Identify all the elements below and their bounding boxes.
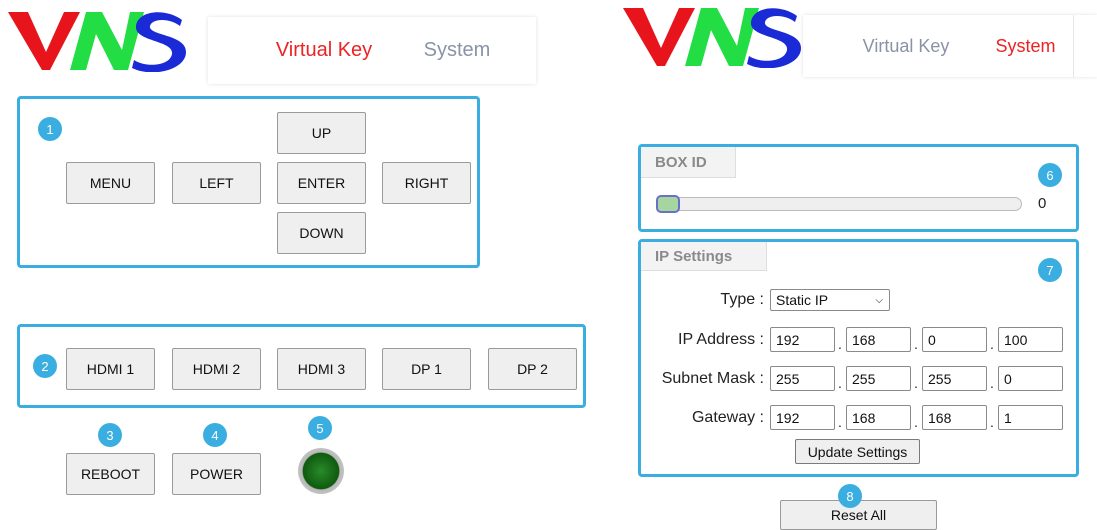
subnet-mask-octet-3[interactable]: 255 bbox=[922, 366, 987, 391]
reset-all-button[interactable]: Reset All bbox=[780, 500, 937, 530]
reboot-button[interactable]: REBOOT bbox=[66, 453, 155, 495]
source-button-hdmi1[interactable]: HDMI 1 bbox=[66, 348, 155, 390]
octet-separator: . bbox=[914, 375, 918, 391]
ip-type-select[interactable]: Static IP ⌵ bbox=[770, 289, 890, 311]
gateway-label: Gateway : bbox=[691, 409, 764, 426]
subnet-mask-octet-1[interactable]: 255 bbox=[770, 366, 835, 391]
source-button-dp1[interactable]: DP 1 bbox=[382, 348, 471, 390]
up-button[interactable]: UP bbox=[277, 112, 366, 154]
vns-logo-graphic bbox=[8, 12, 186, 73]
gateway-octet-3[interactable]: 168 bbox=[922, 405, 987, 430]
right-button[interactable]: RIGHT bbox=[382, 162, 471, 204]
octet-separator: . bbox=[990, 375, 994, 391]
type-label: Type : bbox=[720, 291, 764, 308]
callout-badge: 7 bbox=[1038, 258, 1062, 282]
power-button[interactable]: POWER bbox=[172, 453, 261, 495]
ip-address-label: IP Address : bbox=[678, 331, 764, 348]
vns-logo bbox=[621, 2, 801, 69]
tab-system[interactable]: System bbox=[398, 17, 516, 84]
tab-divider bbox=[1073, 15, 1074, 77]
callout-badge: 5 bbox=[308, 416, 332, 440]
ip-address-octet-2[interactable]: 168 bbox=[846, 327, 911, 352]
ip-address-octet-3[interactable]: 0 bbox=[922, 327, 987, 352]
source-button-dp2[interactable]: DP 2 bbox=[488, 348, 577, 390]
ip-type-select-value: Static IP bbox=[776, 292, 829, 308]
source-button-hdmi3[interactable]: HDMI 3 bbox=[277, 348, 366, 390]
update-settings-button[interactable]: Update Settings bbox=[795, 439, 920, 464]
tab-system[interactable]: System bbox=[978, 15, 1073, 77]
box-id-value: 0 bbox=[1038, 195, 1047, 212]
tab-virtual-key[interactable]: Virtual Key bbox=[250, 17, 398, 84]
octet-separator: . bbox=[838, 414, 842, 430]
callout-badge: 3 bbox=[98, 423, 122, 447]
ip-address-octet-4[interactable]: 100 bbox=[998, 327, 1063, 352]
status-led-indicator bbox=[298, 448, 344, 494]
ip-settings-legend: IP Settings bbox=[641, 242, 767, 271]
source-button-hdmi2[interactable]: HDMI 2 bbox=[172, 348, 261, 390]
octet-separator: . bbox=[838, 375, 842, 391]
octet-separator: . bbox=[990, 414, 994, 430]
callout-badge: 8 bbox=[838, 484, 862, 508]
down-button[interactable]: DOWN bbox=[277, 212, 366, 254]
callout-badge: 2 bbox=[33, 354, 57, 378]
subnet-mask-octet-4[interactable]: 0 bbox=[998, 366, 1063, 391]
enter-button[interactable]: ENTER bbox=[277, 162, 366, 204]
octet-separator: . bbox=[914, 336, 918, 352]
tab-bar: Virtual Key System bbox=[803, 15, 1097, 77]
tab-bar: Virtual Key System bbox=[208, 17, 536, 84]
callout-badge: 6 bbox=[1038, 163, 1062, 187]
box-id-slider-thumb[interactable] bbox=[656, 195, 680, 213]
left-button[interactable]: LEFT bbox=[172, 162, 261, 204]
callout-badge: 4 bbox=[203, 423, 227, 447]
octet-separator: . bbox=[990, 336, 994, 352]
gateway-octet-4[interactable]: 1 bbox=[998, 405, 1063, 430]
tab-virtual-key[interactable]: Virtual Key bbox=[843, 15, 969, 77]
gateway-octet-1[interactable]: 192 bbox=[770, 405, 835, 430]
vns-logo bbox=[6, 6, 186, 73]
vns-logo-graphic bbox=[623, 8, 801, 69]
box-id-legend: BOX ID bbox=[641, 147, 736, 178]
menu-button[interactable]: MENU bbox=[66, 162, 155, 204]
octet-separator: . bbox=[914, 414, 918, 430]
subnet-mask-octet-2[interactable]: 255 bbox=[846, 366, 911, 391]
octet-separator: . bbox=[838, 336, 842, 352]
subnet-mask-label: Subnet Mask : bbox=[661, 370, 764, 387]
callout-badge: 1 bbox=[38, 117, 62, 141]
box-id-slider-track[interactable] bbox=[656, 197, 1022, 211]
ip-address-octet-1[interactable]: 192 bbox=[770, 327, 835, 352]
gateway-octet-2[interactable]: 168 bbox=[846, 405, 911, 430]
chevron-down-icon: ⌵ bbox=[875, 294, 883, 306]
